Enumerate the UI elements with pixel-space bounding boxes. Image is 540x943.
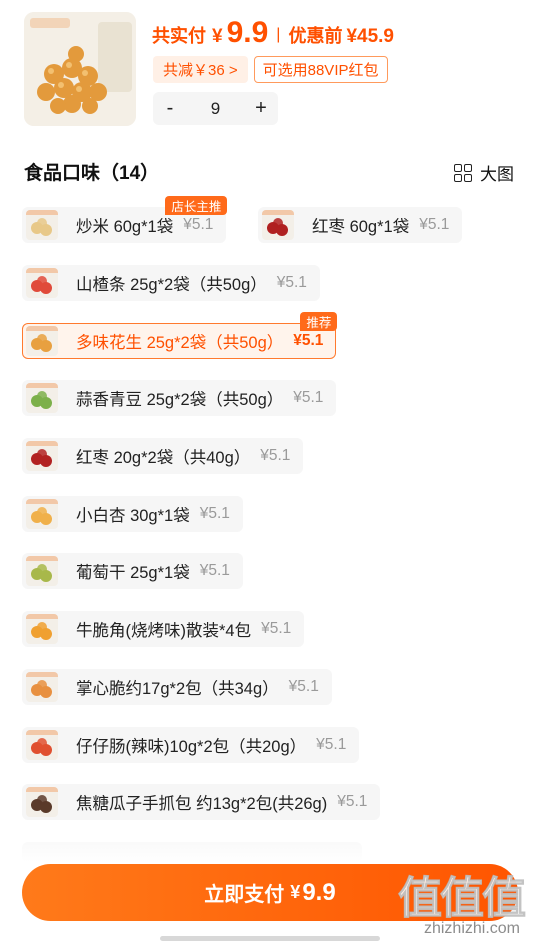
discount-detail-tag[interactable]: 共减￥36 > [153,56,248,83]
flavor-price: ¥5.1 [293,332,324,349]
flavor-price: ¥5.1 [316,736,347,753]
pay-button-label: 立即支付 [204,884,285,906]
flavor-label: 掌心脆约17g*2包（共34g） [76,680,279,698]
vip-coupon-tag[interactable]: 可选用88VIP红包 [253,56,388,83]
flavor-option[interactable]: 蒜香青豆 25g*2袋（共50g） ¥5.1 [22,380,337,416]
flavor-price: ¥5.1 [288,678,319,695]
discount-tags: 共减￥36 > 可选用88VIP红包 [153,56,388,83]
original-price-label: 优惠前 [288,26,343,46]
watermark-url: zhizhizhi.com [423,920,520,937]
flavor-thumbnail [26,441,58,471]
flavor-option[interactable]: 小白杏 30g*1袋 ¥5.1 [22,496,243,532]
decrease-button[interactable]: - [153,97,187,120]
flavor-label: 山楂条 25g*2袋（共50g） [76,276,267,294]
flavor-thumbnail [26,383,58,413]
flavor-option[interactable]: 多味花生 25g*2袋（共50g） ¥5.1 推荐 [22,312,338,359]
flavor-option[interactable]: 红枣 20g*2袋（共40g） ¥5.1 [22,438,304,474]
original-price: ¥45.9 [346,26,394,47]
flavor-option[interactable]: 葡萄干 25g*1袋 ¥5.1 [22,553,243,589]
flavor-label: 红枣 20g*2袋（共40g） [76,449,251,467]
flavor-option[interactable]: 牛脆角(烧烤味)散装*4包 ¥5.1 [22,611,305,647]
flavor-option[interactable]: 山楂条 25g*2袋（共50g） ¥5.1 [22,265,320,301]
pay-now-button[interactable]: 立即支付 ¥ 9.9 [22,864,518,921]
flavor-thumbnail [26,614,58,644]
pay-button-amount: 9.9 [302,878,336,906]
flavor-thumbnail [26,672,58,702]
flavor-label: 多味花生 25g*2袋（共50g） [76,334,284,352]
flavor-price: ¥5.1 [261,620,292,637]
flavor-option[interactable]: 炒米 60g*1袋 ¥5.1 店长主推 [22,196,228,243]
flavor-label: 牛脆角(烧烤味)散装*4包 [76,622,252,640]
price-separator: | [276,26,281,43]
flavor-label: 葡萄干 25g*1袋 [76,564,190,582]
flavor-badge: 推荐 [300,312,338,331]
flavor-price: ¥5.1 [199,505,230,522]
flavor-price: ¥5.1 [337,793,368,810]
flavor-label: 红枣 60g*1袋 [312,218,410,236]
order-summary-header: 共实付 ¥ 9.9 | 优惠前 ¥45.9 共减￥36 > 可选用88VIP红包… [0,0,540,140]
product-image [24,12,136,126]
flavor-thumbnail [26,268,58,298]
pay-button-currency: ¥ [290,882,301,902]
flavor-price: ¥5.1 [419,216,450,233]
quantity-stepper: - 9 + [153,92,278,125]
flavor-price: ¥5.1 [293,389,324,406]
flavor-thumbnail [26,210,58,240]
flavor-label: 仔仔肠(辣味)10g*2包（共20g） [76,738,307,756]
flavor-label: 炒米 60g*1袋 [76,218,174,236]
flavor-thumbnail [26,499,58,529]
flavor-label: 蒜香青豆 25g*2袋（共50g） [76,391,284,409]
flavor-option[interactable]: 焦糖瓜子手抓包 约13g*2包(共26g) ¥5.1 [22,784,381,820]
flavor-label: 小白杏 30g*1袋 [76,507,190,525]
total-label: 共实付 [152,26,206,46]
scroll-fade [0,838,540,862]
total-currency: ¥ [212,26,223,47]
flavor-option[interactable]: 掌心脆约17g*2包（共34g） ¥5.1 [22,669,332,705]
flavor-thumbnail [26,787,58,817]
flavor-price: ¥5.1 [183,216,214,233]
flavor-section-title: 食品口味（14） [24,163,160,184]
total-price-row: 共实付 ¥ 9.9 | 优惠前 ¥45.9 [152,16,394,52]
flavor-price: ¥5.1 [199,562,230,579]
flavor-option[interactable]: 仔仔肠(辣味)10g*2包（共20g） ¥5.1 [22,727,360,763]
grid-icon [454,163,472,182]
home-indicator [160,936,380,941]
flavor-option[interactable]: 红枣 60g*1袋 ¥5.1 [258,207,463,243]
flavor-thumbnail [262,210,294,240]
large-view-toggle[interactable]: 大图 [454,160,514,185]
large-view-label: 大图 [480,165,514,184]
increase-button[interactable]: + [244,97,278,120]
flavor-thumbnail [26,730,58,760]
flavor-label: 焦糖瓜子手抓包 约13g*2包(共26g) [76,795,328,813]
flavor-price: ¥5.1 [276,274,307,291]
flavor-thumbnail [26,556,58,586]
flavor-price: ¥5.1 [260,447,291,464]
total-amount: 9.9 [226,16,269,49]
quantity-value[interactable]: 9 [187,99,244,119]
flavor-thumbnail [26,326,58,356]
flavor-badge: 店长主推 [165,196,228,215]
